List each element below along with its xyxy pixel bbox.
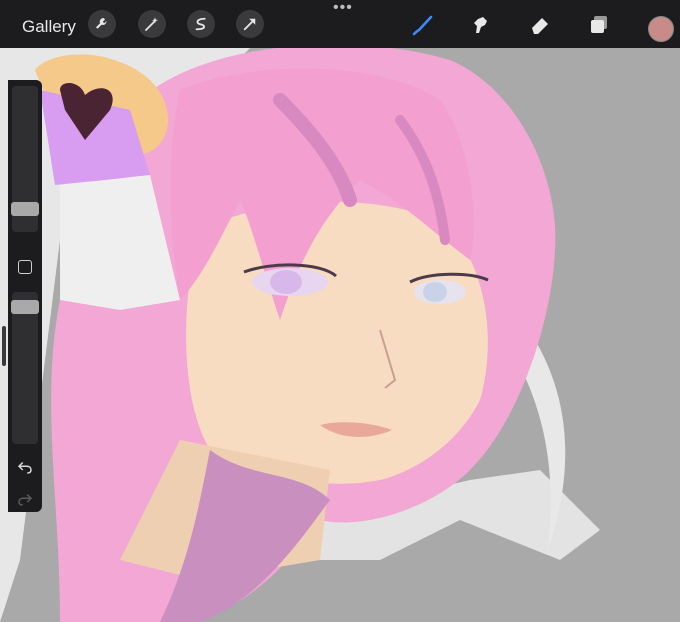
eraser-icon [532,18,548,34]
brush-size-thumb[interactable] [11,202,39,216]
selection-button[interactable] [187,10,215,38]
magic-wand-icon [145,17,158,31]
adjustments-button[interactable] [138,10,166,38]
artwork-canvas[interactable] [0,0,680,622]
brush-size-slider[interactable] [11,86,39,232]
right-iris [423,282,447,302]
smudge-tool-button[interactable] [468,12,494,38]
modify-button[interactable] [18,260,32,274]
brush-icon [412,15,433,36]
more-options-handle[interactable]: ••• [333,0,353,16]
eraser-tool-button[interactable] [527,12,553,38]
transform-arrow-icon [243,18,256,31]
gallery-button[interactable]: Gallery [22,17,76,37]
layers-icon [591,16,607,33]
left-iris [270,270,302,294]
wrench-icon [96,17,107,29]
brush-sidebar [8,80,42,512]
transform-button[interactable] [236,10,264,38]
opacity-thumb[interactable] [11,300,39,314]
brush-tool-button[interactable] [410,12,436,38]
layers-button[interactable] [586,12,612,38]
selection-icon [195,17,206,31]
redo-icon[interactable] [16,490,34,508]
sidebar-drag-handle[interactable] [2,326,6,366]
actions-button[interactable] [88,10,116,38]
undo-icon[interactable] [16,458,34,476]
smudge-icon [474,17,487,33]
color-picker-button[interactable] [648,16,674,42]
top-toolbar: Gallery ••• [0,0,680,48]
opacity-slider[interactable] [11,292,39,444]
